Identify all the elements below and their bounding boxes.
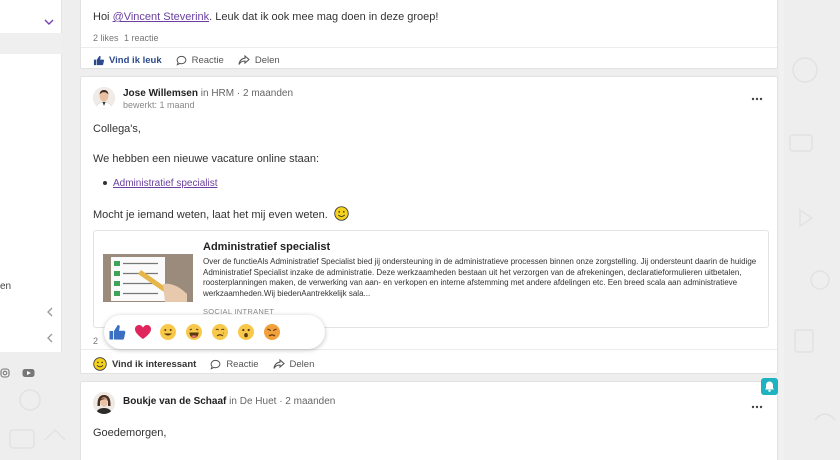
- smile-reaction-icon[interactable]: [159, 323, 177, 341]
- post-text-suffix: . Leuk dat ik ook mee mag doen in deze g…: [209, 11, 439, 23]
- share-button[interactable]: Delen: [238, 55, 280, 66]
- in-label: in: [200, 88, 209, 99]
- chevron-left-icon[interactable]: [46, 307, 53, 319]
- likes-count[interactable]: 2 likes: [93, 33, 119, 43]
- divider: [81, 349, 777, 350]
- like-label: Vind ik leuk: [109, 55, 162, 66]
- angry-reaction-icon[interactable]: [263, 323, 281, 341]
- link-preview-card[interactable]: Administratief specialist Over de functi…: [93, 230, 769, 328]
- smiley-emoji-icon: [334, 206, 349, 221]
- post-text-line-content: Mocht je iemand weten, laat het mij even…: [93, 209, 328, 221]
- post-text-line: Mocht je iemand weten, laat het mij even…: [93, 206, 349, 221]
- post-card: Boukje van de Schaaf in De Huet · 2 maan…: [80, 381, 778, 460]
- post-text-prefix: Hoi: [93, 11, 113, 23]
- post-text-line: We hebben een nieuwe vacature online sta…: [93, 153, 320, 165]
- more-options-icon[interactable]: [751, 397, 763, 412]
- group-link[interactable]: HRM: [211, 88, 234, 99]
- comment-label: Reactie: [191, 55, 224, 66]
- edited-label: bewerkt: 1 maand: [123, 100, 195, 110]
- post-card: Jose Willemsen in HRM · 2 maanden bewerk…: [80, 76, 778, 374]
- post-greeting: Collega's,: [93, 123, 141, 135]
- bullet-dot: [103, 181, 107, 186]
- thumbs-up-icon: [93, 55, 104, 66]
- share-button[interactable]: Delen: [272, 358, 315, 370]
- post-author-line: Boukje van de Schaaf in De Huet · 2 maan…: [123, 396, 335, 407]
- reaction-count[interactable]: 1 reactie: [124, 33, 159, 43]
- divider: [81, 47, 777, 48]
- in-label: in: [229, 396, 237, 407]
- reaction-picker: [104, 315, 325, 349]
- post-author-line: Jose Willemsen in HRM · 2 maanden: [123, 88, 293, 99]
- vacancy-link[interactable]: Administratief specialist: [113, 178, 217, 189]
- preview-image: [103, 254, 193, 302]
- post-greeting: Goedemorgen,: [93, 427, 167, 439]
- comment-icon: [176, 55, 187, 66]
- thumbs-up-reaction-icon[interactable]: [108, 323, 126, 341]
- bell-icon: [765, 381, 774, 392]
- avatar[interactable]: [93, 87, 115, 109]
- smiley-icon: [93, 357, 107, 371]
- sad-reaction-icon[interactable]: [211, 323, 229, 341]
- youtube-icon[interactable]: [22, 368, 35, 381]
- comment-button[interactable]: Reactie: [176, 55, 224, 66]
- like-label: Vind ik interessant: [112, 358, 197, 370]
- instagram-icon[interactable]: [0, 368, 10, 381]
- post-stats[interactable]: 2: [93, 336, 98, 346]
- post-actions: Vind ik leuk Reactie Delen: [93, 55, 280, 66]
- author-name[interactable]: Boukje van de Schaaf: [123, 396, 226, 407]
- post-stats: 2 likes 1 reactie: [93, 33, 159, 43]
- share-icon: [238, 55, 250, 65]
- author-name[interactable]: Jose Willemsen: [123, 88, 198, 99]
- surprised-reaction-icon[interactable]: [237, 323, 255, 341]
- chevron-down-icon[interactable]: [44, 16, 54, 28]
- share-label: Delen: [289, 358, 315, 370]
- laugh-reaction-icon[interactable]: [185, 323, 203, 341]
- chevron-left-icon[interactable]: [46, 333, 53, 345]
- heart-reaction-icon[interactable]: [134, 323, 152, 341]
- post-time: · 2 maanden: [236, 88, 294, 99]
- share-label: Delen: [254, 55, 280, 66]
- bullet-list-item: Administratief specialist: [103, 178, 217, 189]
- share-icon: [272, 358, 285, 369]
- comment-icon: [210, 359, 221, 370]
- notification-button[interactable]: [761, 378, 778, 395]
- post-actions: Vind ik interessant Reactie Delen: [93, 357, 314, 371]
- scrollbar[interactable]: [779, 0, 784, 460]
- user-mention-link[interactable]: @Vincent Steverink: [113, 11, 210, 23]
- like-button[interactable]: Vind ik interessant: [93, 357, 196, 371]
- post-card: Hoi @Vincent Steverink. Leuk dat ik ook …: [80, 0, 778, 69]
- post-text: Hoi @Vincent Steverink. Leuk dat ik ook …: [93, 11, 438, 23]
- sidebar-item-label[interactable]: en: [0, 281, 11, 292]
- avatar[interactable]: [93, 392, 115, 414]
- preview-title[interactable]: Administratief specialist: [203, 241, 330, 253]
- sidebar-selected-item[interactable]: [0, 33, 62, 54]
- comment-button[interactable]: Reactie: [210, 358, 259, 370]
- more-options-icon[interactable]: [751, 89, 763, 104]
- group-link[interactable]: De Huet: [240, 396, 277, 407]
- preview-description: Over de functieAls Administratief Specia…: [203, 257, 757, 298]
- comment-label: Reactie: [226, 358, 259, 370]
- post-time: · 2 maanden: [279, 396, 336, 407]
- left-sidebar: en: [0, 0, 62, 352]
- like-button[interactable]: Vind ik leuk: [93, 55, 162, 66]
